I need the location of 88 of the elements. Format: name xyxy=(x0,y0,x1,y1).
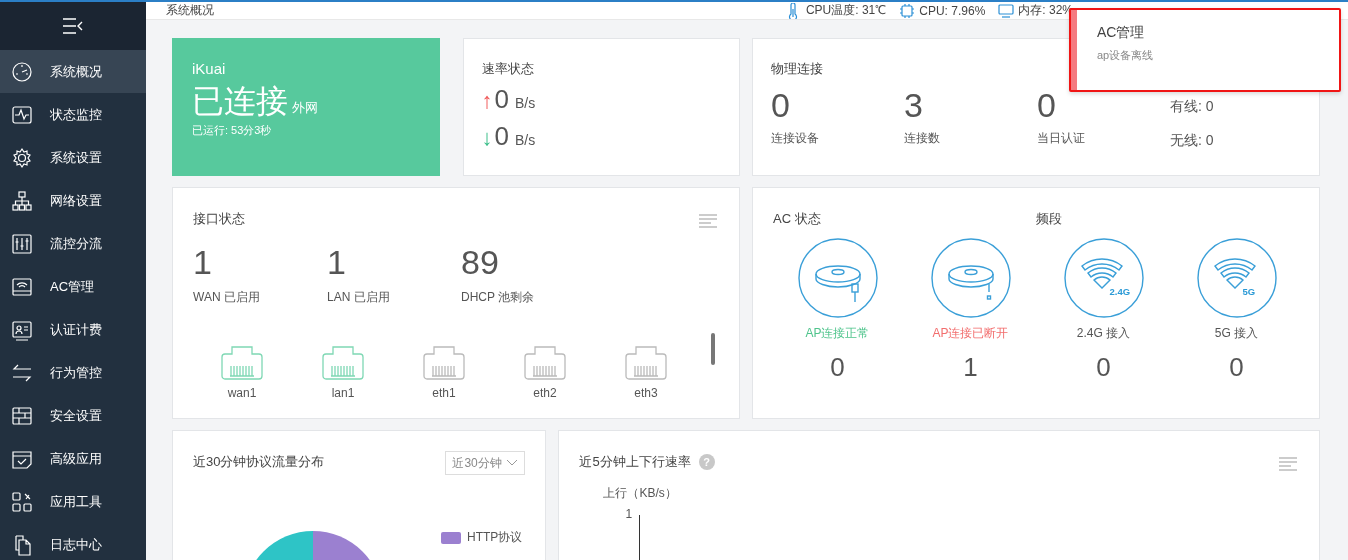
card-title: 近30分钟协议流量分布 xyxy=(193,453,325,471)
stat-label: LAN 已启用 xyxy=(327,290,390,304)
sliders-icon xyxy=(11,232,33,255)
speed-unit: B/s xyxy=(515,95,536,111)
wifi-icon xyxy=(1196,238,1277,318)
download-arrow: ↓ xyxy=(481,125,493,151)
axis-line xyxy=(639,515,641,560)
stat-label: 连接数 xyxy=(904,131,941,145)
sidebar-item[interactable]: 系统概况 xyxy=(0,50,146,93)
sidebar-item[interactable]: 网络设置 xyxy=(0,179,146,222)
connection-status: 已连接 xyxy=(192,85,288,117)
router-icon xyxy=(11,275,33,298)
card-title: 近5分钟上下行速率 xyxy=(579,453,691,471)
notification-title: AC管理 xyxy=(1097,24,1146,42)
sidebar-item[interactable]: 高级应用 xyxy=(0,437,146,480)
status-label: AP连接正常 xyxy=(805,325,870,342)
wifi-icon xyxy=(1063,238,1144,318)
stat-label: 当日认证 xyxy=(1037,131,1086,145)
band-label: 5G xyxy=(1242,286,1256,297)
sidebar-item[interactable]: 状态监控 xyxy=(0,93,146,136)
card-title: AC 状态 xyxy=(773,210,822,228)
access-point-cable-icon xyxy=(797,238,878,318)
pulse-icon xyxy=(11,103,33,126)
port-name: lan1 xyxy=(331,386,355,400)
sidebar-item[interactable]: 应用工具 xyxy=(0,480,146,523)
port-name: eth2 xyxy=(533,386,557,400)
time-range-select[interactable]: 近30分钟 xyxy=(445,451,526,475)
stat-value: 1 xyxy=(193,245,213,279)
brand-name: iKuai xyxy=(192,60,227,77)
legend-label: HTTP协议 xyxy=(467,529,523,546)
stat-value: 0 xyxy=(771,88,791,122)
speed-value: 0 xyxy=(494,84,509,115)
stat-value: 0 xyxy=(1096,354,1111,380)
speed-unit: B/s xyxy=(515,132,536,148)
sidebar-item[interactable]: 流控分流 xyxy=(0,222,146,265)
uptime: 已运行: 53分3秒 xyxy=(192,123,273,138)
card-title: 物理连接 xyxy=(771,60,824,78)
breadcrumb: 系统概况 xyxy=(166,2,215,19)
scrollbar[interactable] xyxy=(711,333,715,365)
axis-tick: 1 xyxy=(625,507,633,521)
status-label: 5G 接入 xyxy=(1214,325,1259,342)
status-reading: CPU: 7.96% xyxy=(919,3,986,18)
chip-icon xyxy=(899,2,916,19)
card-title: 接口状态 xyxy=(193,210,245,228)
upload-arrow: ↑ xyxy=(481,88,493,114)
grid-tools-icon xyxy=(11,490,33,513)
link-count: 有线: 0 xyxy=(1170,98,1214,116)
stat-label: 连接设备 xyxy=(771,131,820,145)
id-card-icon xyxy=(11,318,33,341)
stat-label: WAN 已启用 xyxy=(193,290,260,304)
card-title: 频段 xyxy=(1036,210,1062,228)
sidebar-item[interactable]: 行为管控 xyxy=(0,351,146,394)
network-type: 外网 xyxy=(292,99,318,117)
sidebar-item[interactable]: 安全设置 xyxy=(0,394,146,437)
port-name: eth1 xyxy=(432,386,456,400)
port-name: eth3 xyxy=(634,386,658,400)
menu-icon[interactable] xyxy=(699,214,717,228)
sidebar-item[interactable]: 认证计费 xyxy=(0,308,146,351)
stat-value: 0 xyxy=(830,354,845,380)
sidebar-item[interactable]: AC管理 xyxy=(0,265,146,308)
menu-icon[interactable] xyxy=(1279,457,1297,471)
sidebar-item[interactable]: 系统设置 xyxy=(0,136,146,179)
axis-label: 上行（KB/s） xyxy=(603,485,677,502)
gear-icon xyxy=(11,146,33,169)
stat-value: 0 xyxy=(1037,88,1057,122)
port-name: wan1 xyxy=(227,386,257,400)
speed-value: 0 xyxy=(494,121,509,152)
menu-collapse-icon[interactable] xyxy=(62,18,84,34)
gauge-icon xyxy=(11,60,33,83)
stat-label: DHCP 池剩余 xyxy=(461,290,535,304)
stat-value: 1 xyxy=(963,354,978,380)
network-icon xyxy=(11,189,33,212)
status-label: 2.4G 接入 xyxy=(1076,325,1131,342)
status-label: AP连接已断开 xyxy=(932,325,1009,342)
access-point-alert-icon xyxy=(930,238,1011,318)
stat-value: 1 xyxy=(327,245,347,279)
chevron-down-icon xyxy=(506,459,519,467)
brick-wall-icon xyxy=(11,404,33,427)
link-count: 无线: 0 xyxy=(1170,132,1214,150)
stat-value: 0 xyxy=(1229,354,1244,380)
monitor-icon xyxy=(998,2,1015,19)
status-reading: CPU温度: 31℃ xyxy=(805,2,887,19)
notification-message: ap设备离线 xyxy=(1097,48,1154,63)
band-label: 2.4G xyxy=(1109,286,1131,297)
card-title: 速率状态 xyxy=(481,60,534,78)
stat-value: 3 xyxy=(904,88,924,122)
stat-value: 89 xyxy=(461,245,500,279)
sidebar-item[interactable]: 日志中心 xyxy=(0,523,146,560)
